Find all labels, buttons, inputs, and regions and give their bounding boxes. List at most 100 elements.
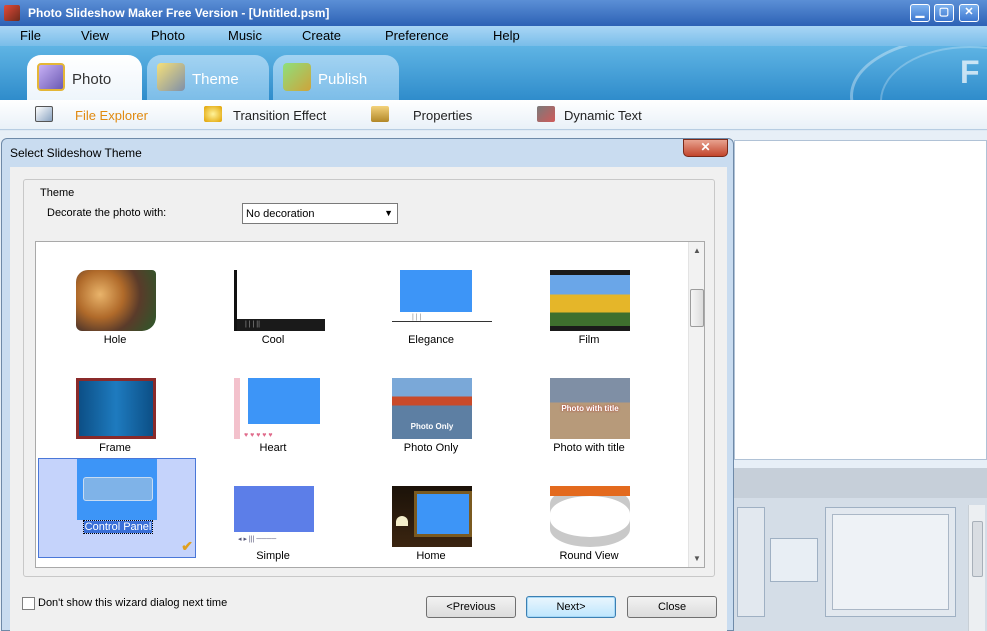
select-theme-dialog: Select Slideshow Theme ✕ Theme Decorate … <box>1 138 734 631</box>
transition-effect-icon <box>204 106 222 122</box>
thumbnail-overlay-text: Photo with title <box>561 404 619 413</box>
scrollbar-thumb[interactable] <box>690 289 704 327</box>
chevron-down-icon: ▼ <box>384 208 393 218</box>
theme-item-film[interactable]: Film <box>510 242 668 346</box>
storyboard-slot[interactable] <box>770 538 818 582</box>
theme-item-home[interactable]: Home <box>352 458 510 562</box>
window-title: Photo Slideshow Maker Free Version - [Un… <box>28 6 330 20</box>
theme-thumbnail <box>234 270 325 331</box>
preview-pane <box>734 140 987 460</box>
storyboard-slot[interactable] <box>737 507 765 617</box>
main-tab-band: F Photo Theme Publish <box>0 46 987 100</box>
app-icon <box>4 5 20 21</box>
theme-group-label: Theme <box>39 187 76 199</box>
theme-item-simple[interactable]: Simple <box>194 458 352 562</box>
decoration-select-value: No decoration <box>246 208 315 220</box>
scroll-down-icon[interactable]: ▼ <box>693 554 701 563</box>
dont-show-label: Don't show this wizard dialog next time <box>38 597 228 609</box>
previous-button[interactable]: <Previous <box>426 596 516 618</box>
theme-thumbnail <box>76 378 156 439</box>
thumbnail-overlay-text: Photo Only <box>410 422 454 431</box>
storyboard-scrollbar[interactable] <box>968 505 985 631</box>
subtab-properties-label: Properties <box>413 108 473 123</box>
theme-caption: Simple <box>256 550 290 562</box>
theme-item-cool[interactable]: Cool <box>194 242 352 346</box>
scrollbar-thumb[interactable] <box>972 521 983 577</box>
theme-caption: Photo Only <box>403 442 459 454</box>
theme-thumbnail <box>77 459 157 520</box>
theme-caption: Home <box>416 550 446 562</box>
photo-icon <box>37 63 65 91</box>
theme-icon <box>157 63 185 91</box>
properties-icon <box>371 106 389 122</box>
theme-thumbnail: Photo Only <box>392 378 472 439</box>
tab-photo[interactable]: Photo <box>27 55 142 100</box>
minimize-button[interactable]: ▁ <box>910 4 930 22</box>
theme-item-heart[interactable]: Heart <box>194 350 352 454</box>
dont-show-checkbox[interactable] <box>22 597 35 610</box>
decoration-select[interactable]: No decoration ▼ <box>242 203 398 224</box>
gallery-scrollbar[interactable]: ▲ ▼ <box>688 242 704 567</box>
dynamic-text-icon <box>537 106 555 122</box>
tab-publish-label: Publish <box>318 71 368 88</box>
close-button[interactable]: Close <box>627 596 717 618</box>
theme-item-photo-only[interactable]: Photo Only Photo Only <box>352 350 510 454</box>
menu-file[interactable]: File <box>20 28 41 43</box>
theme-item-photo-with-title[interactable]: Photo with title Photo with title <box>510 350 668 454</box>
theme-item-elegance[interactable]: Elegance <box>352 242 510 346</box>
maximize-button[interactable]: ▢ <box>934 4 954 22</box>
sub-toolbar: File Explorer Transition Effect Properti… <box>0 100 987 130</box>
scroll-up-icon[interactable]: ▲ <box>693 246 701 255</box>
dialog-body: Theme Decorate the photo with: No decora… <box>10 167 727 631</box>
checkmark-icon: ✔ <box>181 538 193 554</box>
theme-thumbnail <box>76 270 156 331</box>
theme-caption: Photo with title <box>553 442 625 454</box>
publish-icon <box>283 63 311 91</box>
subtab-transition-effect-label: Transition Effect <box>233 108 327 123</box>
tab-photo-label: Photo <box>72 71 112 88</box>
theme-caption: Heart <box>259 442 287 454</box>
tab-publish[interactable]: Publish <box>273 55 399 100</box>
menu-create[interactable]: Create <box>302 28 341 43</box>
brand-logo: F <box>960 54 980 90</box>
menu-music[interactable]: Music <box>228 28 262 43</box>
theme-caption-wrap: Control Panel <box>39 520 197 534</box>
close-window-button[interactable]: ✕ <box>959 4 979 22</box>
theme-caption: Round View <box>559 550 619 562</box>
next-button[interactable]: Next> <box>526 596 616 618</box>
theme-gallery: Hole Cool Elegance Film Frame Heart <box>35 241 705 568</box>
theme-thumbnail: Photo with title <box>550 378 630 439</box>
theme-thumbnail <box>392 270 492 331</box>
menu-view[interactable]: View <box>81 28 109 43</box>
tab-theme-label: Theme <box>192 71 239 88</box>
theme-item-control-panel[interactable]: Control Panel ✔ <box>38 458 196 558</box>
menu-photo[interactable]: Photo <box>151 28 185 43</box>
theme-item-round-view[interactable]: Round View <box>510 458 668 562</box>
theme-thumbnail <box>234 486 314 547</box>
tab-theme[interactable]: Theme <box>147 55 269 100</box>
title-bar: Photo Slideshow Maker Free Version - [Un… <box>0 0 987 26</box>
theme-caption: Film <box>578 334 600 346</box>
theme-item-hole[interactable]: Hole <box>36 242 194 346</box>
theme-caption: Frame <box>99 442 131 454</box>
menu-help[interactable]: Help <box>493 28 520 43</box>
theme-thumbnail <box>234 378 320 439</box>
menu-preference[interactable]: Preference <box>385 28 449 43</box>
theme-thumbnail <box>392 486 472 547</box>
theme-caption: Cool <box>261 334 285 346</box>
theme-item-frame[interactable]: Frame <box>36 350 194 454</box>
dialog-close-icon[interactable]: ✕ <box>683 139 728 157</box>
subtab-file-explorer-label: File Explorer <box>75 108 148 123</box>
theme-caption: Elegance <box>408 334 454 346</box>
menu-bar: File View Photo Music Create Preference … <box>0 26 987 46</box>
subtab-dynamic-text-label: Dynamic Text <box>564 108 642 123</box>
file-explorer-icon <box>35 106 53 122</box>
dialog-title: Select Slideshow Theme <box>10 146 142 160</box>
theme-thumbnail <box>550 486 630 547</box>
theme-caption: Control Panel <box>82 520 154 534</box>
theme-thumbnail <box>550 270 630 331</box>
decorate-label: Decorate the photo with: <box>47 207 167 219</box>
timeline-header <box>734 468 987 498</box>
theme-caption: Hole <box>103 334 127 346</box>
storyboard-slot[interactable] <box>825 507 956 617</box>
